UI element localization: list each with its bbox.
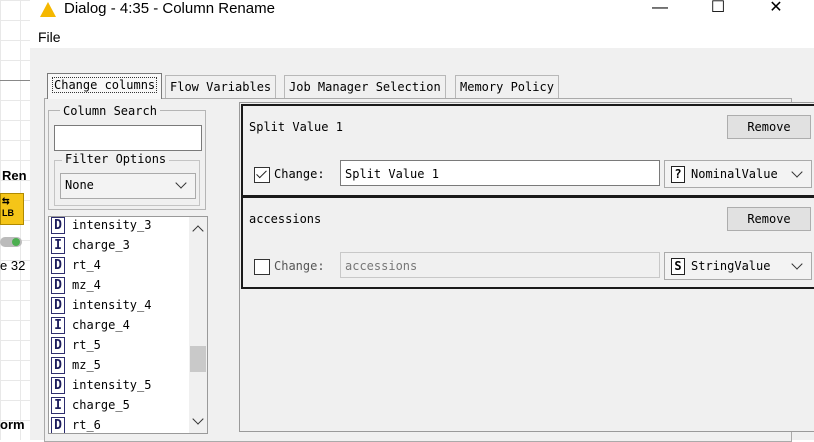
list-item[interactable]: Dintensity_3 [51,217,151,235]
scrollbar-thumb[interactable] [190,346,206,372]
maximize-button[interactable]: ☐ [698,0,738,20]
new-name-input[interactable]: Split Value 1 [340,160,660,186]
tab-memory-policy[interactable]: Memory Policy [455,75,559,98]
double-type-icon: D [51,337,65,354]
canvas-node-label: e 32 [0,258,26,273]
rename-entries-panel: Split Value 1 Remove Change: Split Value… [239,102,814,432]
new-name-input[interactable]: accessions [340,252,660,278]
scroll-up-icon[interactable] [192,225,204,237]
list-item[interactable]: Dintensity_4 [51,295,151,315]
list-item[interactable]: Dintensity_5 [51,375,151,395]
canvas-node-icon[interactable]: ⇆ LB [0,193,24,225]
type-select[interactable]: ? NominalValue [664,160,812,188]
integer-type-icon: I [51,237,65,254]
column-search-input[interactable] [54,125,202,151]
chevron-down-icon [791,166,803,178]
rename-entry: Split Value 1 Remove Change: Split Value… [241,104,814,197]
change-checkbox[interactable] [254,167,270,183]
integer-type-icon: I [51,397,65,414]
menu-file[interactable]: File [38,29,61,45]
filter-options-legend: Filter Options [62,152,170,166]
window-title: Dialog - 4:35 - Column Rename [64,0,275,17]
list-item[interactable]: Icharge_5 [51,395,130,415]
nominal-type-icon: ? [671,166,685,183]
list-item[interactable]: Drt_5 [51,335,101,355]
double-type-icon: D [51,217,65,234]
string-type-icon: S [671,258,685,275]
type-select[interactable]: S StringValue [664,252,812,280]
tab-change-columns[interactable]: Change columns [47,73,163,99]
double-type-icon: D [51,377,65,394]
canvas-node-label: orm [0,417,25,432]
tab-flow-variables[interactable]: Flow Variables [165,75,277,98]
canvas-node-label: Ren [2,168,27,183]
minimize-button[interactable]: — [640,0,680,20]
double-type-icon: D [51,257,65,274]
double-type-icon: D [51,297,65,314]
list-item[interactable]: Drt_6 [51,415,101,433]
integer-type-icon: I [51,317,65,334]
double-type-icon: D [51,417,65,433]
rename-entry: accessions Remove Change: accessions S St… [241,196,814,289]
scroll-down-icon[interactable] [192,413,204,425]
knime-logo-icon [40,2,56,17]
entry-column-name: accessions [249,212,322,226]
remove-button[interactable]: Remove [727,115,811,139]
list-item[interactable]: Icharge_4 [51,315,130,335]
title-bar: Dialog - 4:35 - Column Rename — ☐ ✕ [30,0,814,22]
dialog-window: Dialog - 4:35 - Column Rename — ☐ ✕ File… [30,0,814,442]
double-type-icon: D [51,277,65,294]
menu-bar: File [30,22,814,48]
change-label: Change: [274,167,325,181]
node-status-icon [0,237,22,247]
entry-column-name: Split Value 1 [249,120,343,134]
connection-line [0,66,30,81]
list-item[interactable]: Dmz_4 [51,275,101,295]
tab-job-manager-selection[interactable]: Job Manager Selection [284,75,446,98]
check-icon [256,167,267,179]
column-search-legend: Column Search [60,104,160,118]
list-item[interactable]: Dmz_5 [51,355,101,375]
column-list-scrollbar[interactable] [189,217,207,433]
change-label: Change: [274,259,325,273]
change-checkbox[interactable] [254,259,270,275]
double-type-icon: D [51,357,65,374]
chevron-down-icon [175,177,187,189]
list-item[interactable]: Icharge_3 [51,235,130,255]
remove-button[interactable]: Remove [727,207,811,231]
close-button[interactable]: ✕ [756,0,796,20]
chevron-down-icon [791,258,803,270]
column-list[interactable]: Dintensity_3 Icharge_3 Drt_4 Dmz_4 Dinte… [48,216,208,434]
filter-options-select[interactable]: None [60,173,196,199]
list-item[interactable]: Drt_4 [51,255,101,275]
